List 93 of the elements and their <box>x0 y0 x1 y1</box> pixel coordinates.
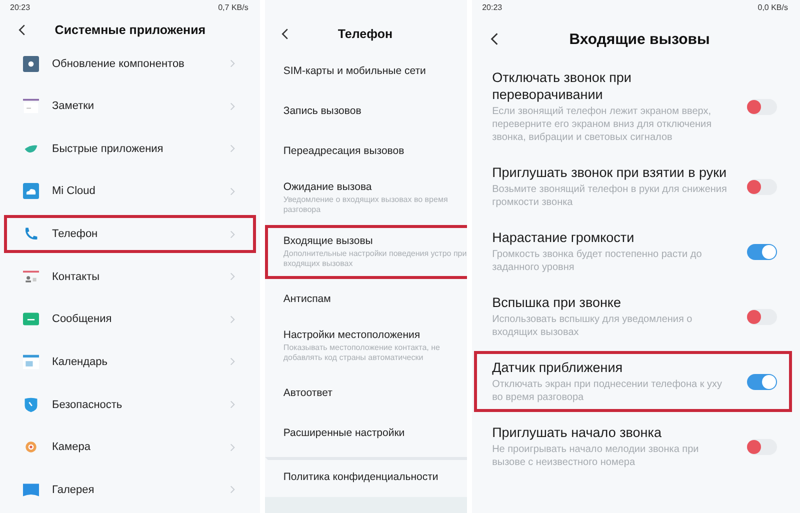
item-label: Mi Cloud <box>52 185 96 198</box>
chevron-icon <box>230 59 236 68</box>
setting-label: Нарастание громкости <box>492 229 636 246</box>
chevron-icon <box>230 314 236 324</box>
item-label: Автоответ <box>283 387 334 399</box>
item-label: Ожидание вызова <box>283 181 373 193</box>
settings-item[interactable]: Контакты <box>4 257 256 296</box>
settings-item[interactable]: Антиспам <box>265 279 468 319</box>
screen-title: Системные приложения <box>54 22 207 37</box>
shield-icon <box>23 396 39 413</box>
chevron-icon <box>230 186 236 196</box>
chevron-icon <box>230 485 236 494</box>
toggle-switch[interactable] <box>747 438 777 454</box>
item-description: Показывать местоположение контакта, не добавлять код страны автоматически <box>283 343 441 363</box>
setting-label: Отключать звонок при переворачивании <box>492 69 632 103</box>
chevron-icon <box>230 357 236 366</box>
item-label: Расширенные настройки <box>283 427 406 439</box>
toggle-switch[interactable] <box>747 244 777 260</box>
cloud-icon <box>23 183 39 200</box>
gallery-icon <box>23 482 39 498</box>
chevron-icon <box>230 230 236 239</box>
status-time: 20:23 <box>482 3 502 14</box>
item-label: Сообщения <box>52 313 113 326</box>
settings-item[interactable]: Заметки <box>4 86 256 126</box>
gear-icon <box>23 56 39 72</box>
settings-item[interactable]: Ожидание вызова Уведомление о входящих вызовах во время разговора <box>265 171 468 225</box>
settings-item[interactable]: Mi Cloud <box>4 172 256 211</box>
network-speed: 0,7 KB/s <box>218 3 248 14</box>
status-time: 20:23 <box>10 3 30 14</box>
settings-item[interactable]: Входящие вызовы Дополнительные настройки поведения устро при входящих вызовах <box>265 225 468 279</box>
settings-item[interactable]: Безопасность <box>4 385 256 424</box>
item-label: Календарь <box>52 356 109 368</box>
settings-item[interactable]: Запись вызовов <box>265 91 468 131</box>
item-label: Настройки местоположения <box>283 329 422 341</box>
settings-item[interactable]: Календарь <box>4 342 256 382</box>
settings-item[interactable]: Быстрые приложения <box>4 129 256 168</box>
setting-label: Приглушать начало звонка <box>492 424 662 441</box>
setting-label: Вспышка при звонке <box>492 294 622 311</box>
settings-item[interactable]: Галерея <box>4 470 256 510</box>
phone-icon <box>23 226 39 242</box>
chevron-icon <box>230 442 236 452</box>
settings-item[interactable]: Обновление компонентов <box>4 44 256 83</box>
item-label: Контакты <box>52 270 101 283</box>
settings-item[interactable]: Автоответ <box>265 373 468 413</box>
setting-description: Громкость звонка будет постепенно расти до заданного уровня <box>492 248 703 274</box>
toggle-switch[interactable] <box>747 374 777 390</box>
back-icon[interactable] <box>281 28 290 40</box>
item-description: Уведомление о входящих вызовах во время разговора <box>283 195 449 215</box>
screen-title: Телефон <box>336 27 394 41</box>
setting-label: Датчик приближения <box>492 359 624 376</box>
setting-description: Возьмите звонящий телефон в руки для снижения громкости звонка <box>492 183 728 209</box>
setting-description: Использовать вспышку для уведомления о входящих вызовах <box>492 313 694 339</box>
calendar-icon <box>23 354 39 370</box>
back-icon[interactable] <box>490 32 500 46</box>
item-label: Заметки <box>52 100 96 112</box>
back-icon[interactable] <box>18 24 26 36</box>
note-icon <box>23 98 39 114</box>
chevron-icon <box>230 144 236 154</box>
setting-label: Приглушать звонок при взятии в руки <box>492 164 728 181</box>
item-label: Быстрые приложения <box>52 142 164 155</box>
camera-icon <box>23 439 39 456</box>
toggle-switch[interactable] <box>747 178 777 194</box>
settings-item[interactable]: SIM-карты и мобильные сети <box>265 51 468 91</box>
item-label: SIM-карты и мобильные сети <box>283 65 427 77</box>
setting-description: Не проигрывать начало мелодии звонка при вызове с неизвестного номера <box>492 443 700 469</box>
setting-description: Если звонящий телефон лежит экраном вверх, переверните его экраном вниз для отключения звонка, вибрации и световых сигналов <box>492 105 713 144</box>
item-label: Телефон <box>52 228 99 240</box>
item-label: Обновление компонентов <box>52 58 186 70</box>
settings-item[interactable]: Сообщения <box>4 300 256 339</box>
message-icon <box>23 311 39 328</box>
setting-description: Отключать экран при поднесении телефона к уху во время разговора <box>492 378 724 404</box>
settings-item[interactable]: Расширенные настройки <box>265 413 468 453</box>
toggle-switch[interactable] <box>747 308 777 324</box>
network-speed: 0,0 KB/s <box>758 3 788 14</box>
item-label: Переадресация вызовов <box>283 145 406 157</box>
item-label: Антиспам <box>283 293 332 305</box>
item-label: Камера <box>52 441 92 454</box>
chevron-icon <box>230 272 236 282</box>
screen-title: Входящие вызовы <box>568 30 711 48</box>
settings-item[interactable]: Переадресация вызовов <box>265 131 468 171</box>
item-label: Запись вызовов <box>283 105 362 117</box>
contacts-icon <box>23 268 39 285</box>
settings-item[interactable]: Настройки местоположения Показывать местоположение контакта, не добавлять код страны автоматически <box>265 319 468 373</box>
chevron-icon <box>230 102 236 111</box>
item-label: Безопасность <box>52 398 124 411</box>
item-label: Галерея <box>52 484 96 496</box>
settings-item[interactable]: Телефон <box>4 214 256 254</box>
toggle-switch[interactable] <box>747 98 777 114</box>
chevron-icon <box>230 400 236 410</box>
item-label: Входящие вызовы <box>283 235 374 247</box>
item-description: Дополнительные настройки поведения устро при входящих вызовах <box>283 249 468 269</box>
settings-item[interactable]: Камера <box>4 428 256 466</box>
item-label: Политика конфиденциальности <box>283 471 440 483</box>
